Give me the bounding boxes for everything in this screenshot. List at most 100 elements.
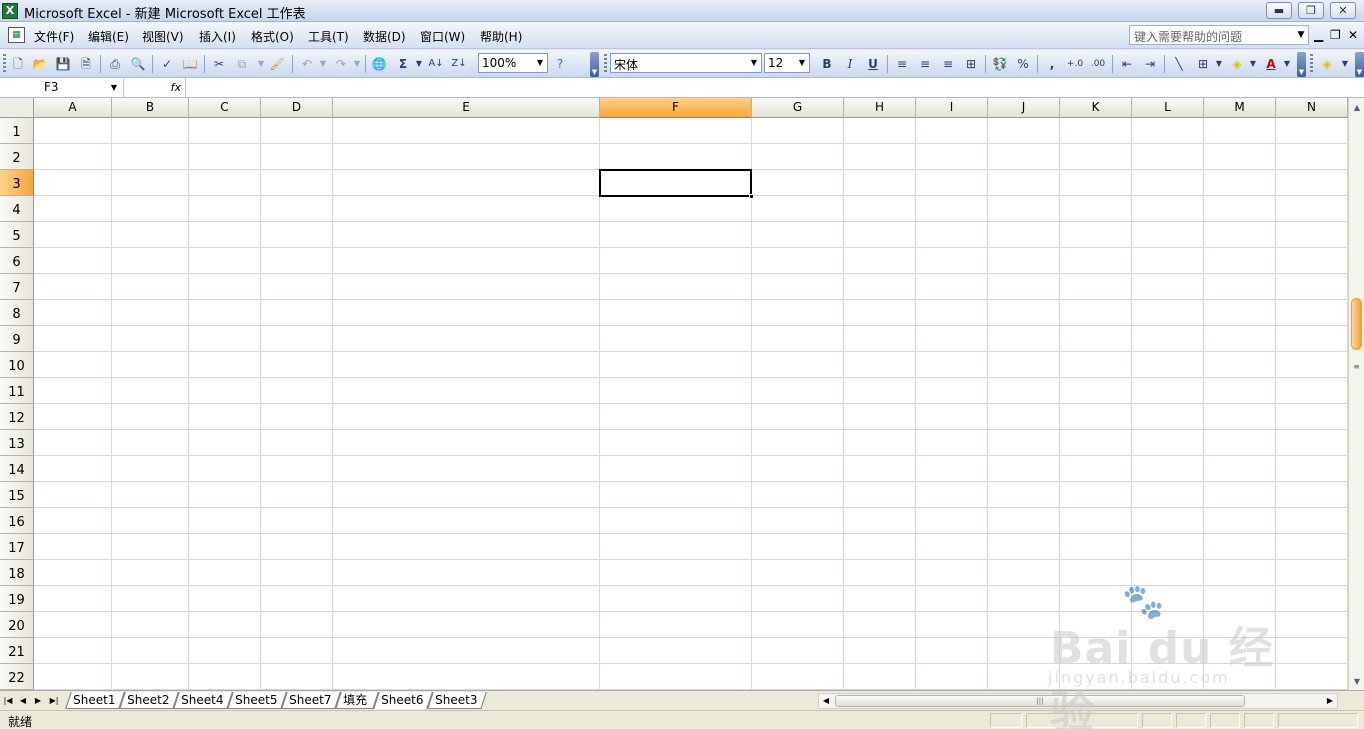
row-header-20[interactable]: 20 [0, 612, 34, 638]
workbook-icon[interactable]: ▦ [8, 27, 25, 43]
italic-button[interactable]: I [841, 55, 859, 73]
row-header-10[interactable]: 10 [0, 352, 34, 378]
row-header-1[interactable]: 1 [0, 118, 34, 144]
column-header-g[interactable]: G [752, 98, 844, 118]
toolbar-grip[interactable] [3, 54, 6, 74]
menu-edit[interactable]: 编辑(E) [88, 28, 129, 45]
doc-close-button[interactable]: ✕ [1348, 28, 1358, 42]
align-right-icon[interactable]: ≡ [939, 55, 957, 73]
row-header-8[interactable]: 8 [0, 300, 34, 326]
menu-view[interactable]: 视图(V) [142, 28, 184, 45]
restore-button[interactable]: ❐ [1298, 2, 1324, 19]
permission-icon[interactable]: 🗎 [77, 55, 95, 73]
column-header-m[interactable]: M [1204, 98, 1276, 118]
merge-center-icon[interactable]: ⊞ [962, 55, 980, 73]
fill-color-dropdown-icon[interactable]: ▼ [1244, 55, 1262, 73]
close-button[interactable]: ✕ [1330, 2, 1356, 19]
print-preview-icon[interactable]: 🔍 [129, 55, 147, 73]
row-header-2[interactable]: 2 [0, 144, 34, 170]
align-left-icon[interactable]: ≡ [893, 55, 911, 73]
save-icon[interactable]: 💾 [54, 55, 72, 73]
row-header-7[interactable]: 7 [0, 274, 34, 300]
help-dropdown-icon[interactable]: ▼ [1294, 26, 1308, 44]
sheet-tab-7[interactable]: Sheet6 [373, 692, 433, 709]
new-icon[interactable]: 🗋 [9, 55, 27, 73]
menu-file[interactable]: 文件(F) [34, 28, 74, 45]
row-header-12[interactable]: 12 [0, 404, 34, 430]
doc-restore-button[interactable]: ❐ [1330, 28, 1341, 42]
column-header-a[interactable]: A [34, 98, 112, 118]
select-all-corner[interactable] [0, 98, 34, 118]
prev-sheet-icon[interactable]: ◀ [17, 693, 29, 708]
toolbar-options-icon[interactable]: ▼ [590, 52, 599, 77]
format-toolbar-options-icon[interactable]: ▼ [1297, 52, 1306, 77]
bold-button[interactable]: B [818, 55, 836, 73]
spelling-icon[interactable]: ✓ [158, 55, 176, 73]
row-header-3[interactable]: 3 [0, 170, 34, 196]
next-sheet-icon[interactable]: ▶ [32, 693, 44, 708]
format-painter-icon[interactable]: 🖌 [268, 55, 286, 73]
scroll-right-icon[interactable]: ▶ [1323, 694, 1337, 708]
menu-data[interactable]: 数据(D) [363, 28, 406, 45]
scroll-up-icon[interactable]: ▲ [1350, 100, 1364, 115]
name-box[interactable]: F3 ▼ [0, 78, 124, 97]
formula-input[interactable] [188, 80, 1338, 96]
doc-minimize-button[interactable]: ▁ [1314, 28, 1323, 42]
insert-function-icon[interactable]: fx [124, 78, 186, 97]
sheet-tab-8[interactable]: Sheet3 [427, 692, 487, 709]
comma-style-button[interactable]: , [1043, 55, 1061, 73]
sheet-tab-2[interactable]: Sheet2 [119, 692, 179, 709]
percent-button[interactable]: % [1014, 55, 1032, 73]
column-header-d[interactable]: D [261, 98, 333, 118]
sort-descending-icon[interactable]: Z↓ [450, 55, 468, 73]
split-handle[interactable]: ≡ [1351, 362, 1362, 371]
menu-insert[interactable]: 插入(I) [199, 28, 236, 45]
column-header-j[interactable]: J [988, 98, 1060, 118]
copy-icon[interactable]: ⧉ [233, 55, 251, 73]
open-folder-icon[interactable]: 📂 [31, 55, 49, 73]
cut-icon[interactable]: ✂ [210, 55, 228, 73]
draw-line-icon[interactable]: ╲ [1170, 55, 1188, 73]
align-center-icon[interactable]: ≡ [916, 55, 934, 73]
row-header-17[interactable]: 17 [0, 534, 34, 560]
font-size-dropdown-icon[interactable]: ▼ [795, 54, 809, 72]
column-header-l[interactable]: L [1132, 98, 1204, 118]
column-header-n[interactable]: N [1276, 98, 1348, 118]
underline-button[interactable]: U [864, 55, 882, 73]
zoom-dropdown-icon[interactable]: ▼ [533, 54, 547, 72]
row-header-9[interactable]: 9 [0, 326, 34, 352]
currency-icon[interactable]: 💱 [991, 55, 1009, 73]
excel-app-icon[interactable]: X [2, 3, 18, 19]
menu-format[interactable]: 格式(O) [251, 28, 294, 45]
sheet-tab-1[interactable]: Sheet1 [65, 692, 125, 709]
font-name-dropdown-icon[interactable]: ▼ [747, 54, 761, 72]
fill-handle[interactable] [749, 194, 754, 199]
highlight-fill-icon[interactable]: ◈ [1318, 55, 1336, 73]
zoom-select[interactable]: 100% ▼ [478, 53, 548, 73]
increase-indent-icon[interactable]: ⇥ [1141, 55, 1159, 73]
row-header-15[interactable]: 15 [0, 482, 34, 508]
font-size-select[interactable]: 12 ▼ [764, 53, 810, 73]
sort-ascending-icon[interactable]: A↓ [427, 55, 445, 73]
sheet-tab-5[interactable]: Sheet7 [281, 692, 341, 709]
row-header-21[interactable]: 21 [0, 638, 34, 664]
hyperlink-icon[interactable]: 🌐 [370, 55, 388, 73]
row-header-22[interactable]: 22 [0, 664, 34, 690]
column-header-f[interactable]: F [600, 98, 752, 118]
minimize-button[interactable]: ▬ [1266, 2, 1292, 19]
active-cell[interactable] [599, 169, 754, 199]
font-color-dropdown-icon[interactable]: ▼ [1278, 55, 1296, 73]
sheet-tab-3[interactable]: Sheet4 [173, 692, 233, 709]
decrease-indent-icon[interactable]: ⇤ [1118, 55, 1136, 73]
decrease-decimal-icon[interactable]: .00 [1089, 55, 1107, 73]
autosum-dropdown-icon[interactable]: ▼ [410, 55, 428, 73]
row-header-4[interactable]: 4 [0, 196, 34, 222]
menu-help[interactable]: 帮助(H) [480, 28, 522, 45]
column-header-h[interactable]: H [844, 98, 916, 118]
row-header-19[interactable]: 19 [0, 586, 34, 612]
scroll-left-icon[interactable]: ◀ [819, 694, 833, 708]
column-header-c[interactable]: C [189, 98, 261, 118]
row-header-11[interactable]: 11 [0, 378, 34, 404]
highlight-dropdown-icon[interactable]: ▼ [1336, 55, 1354, 73]
row-header-6[interactable]: 6 [0, 248, 34, 274]
